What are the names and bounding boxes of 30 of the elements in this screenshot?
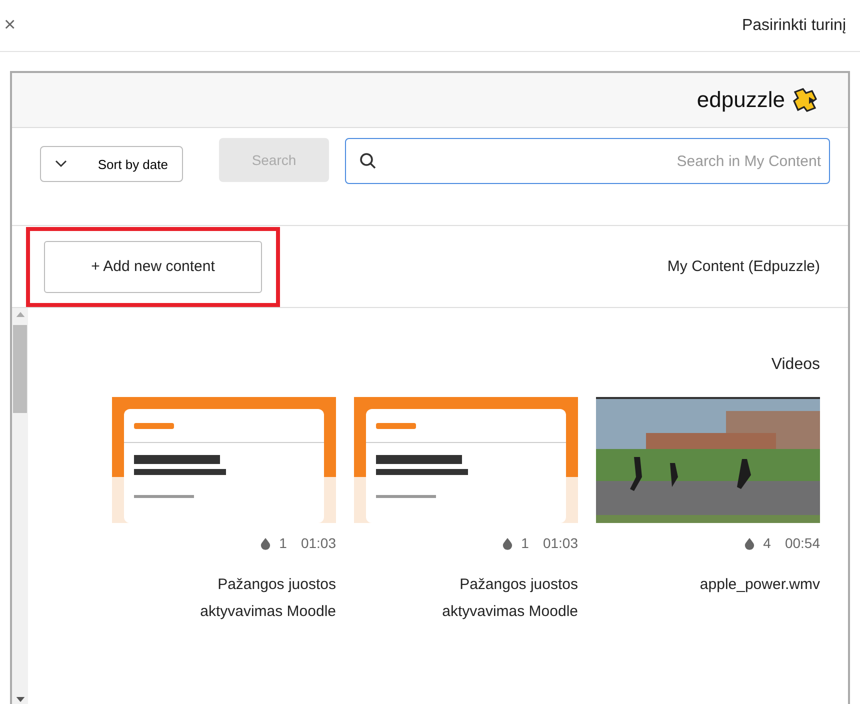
caret-icon xyxy=(55,160,67,168)
sort-dropdown[interactable]: Sort by date xyxy=(40,146,183,182)
slide-thumbnail[interactable] xyxy=(354,397,578,523)
question-count: 1 xyxy=(521,535,529,551)
scroll-thumb[interactable] xyxy=(13,325,27,413)
search-field[interactable]: Search in My Content xyxy=(345,138,830,184)
drop-icon xyxy=(502,536,514,550)
add-content-button[interactable]: + Add new content xyxy=(44,240,262,292)
video-duration: 01:03 xyxy=(542,535,578,551)
drop-icon xyxy=(260,536,272,550)
scroll-down-icon[interactable] xyxy=(16,697,24,702)
video-title[interactable]: apple_power.wmv xyxy=(640,571,820,598)
video-duration: 01:03 xyxy=(300,535,336,551)
scrollbar[interactable] xyxy=(12,308,28,704)
video-title[interactable]: Pažangos juostos aktyvavimas Moodle xyxy=(398,571,578,625)
search-icon xyxy=(358,151,378,171)
puzzle-logo-icon xyxy=(791,86,819,114)
close-button[interactable]: × xyxy=(0,14,20,37)
video-duration: 00:54 xyxy=(784,535,820,551)
video-thumbnail[interactable] xyxy=(596,397,820,523)
dialog-title: Pasirinkti turinį xyxy=(742,16,846,34)
video-title[interactable]: Pažangos juostos aktyvavimas Moodle xyxy=(156,571,336,625)
drop-icon xyxy=(744,536,756,550)
question-count: 4 xyxy=(763,535,771,551)
videos-heading: Videos xyxy=(770,356,820,374)
slide-thumbnail[interactable] xyxy=(112,397,336,523)
question-count: 1 xyxy=(279,535,287,551)
section-title: My Content (Edpuzzle) xyxy=(667,258,820,275)
brand-name: edpuzzle xyxy=(696,87,785,113)
search-input[interactable]: Search in My Content xyxy=(378,152,823,170)
